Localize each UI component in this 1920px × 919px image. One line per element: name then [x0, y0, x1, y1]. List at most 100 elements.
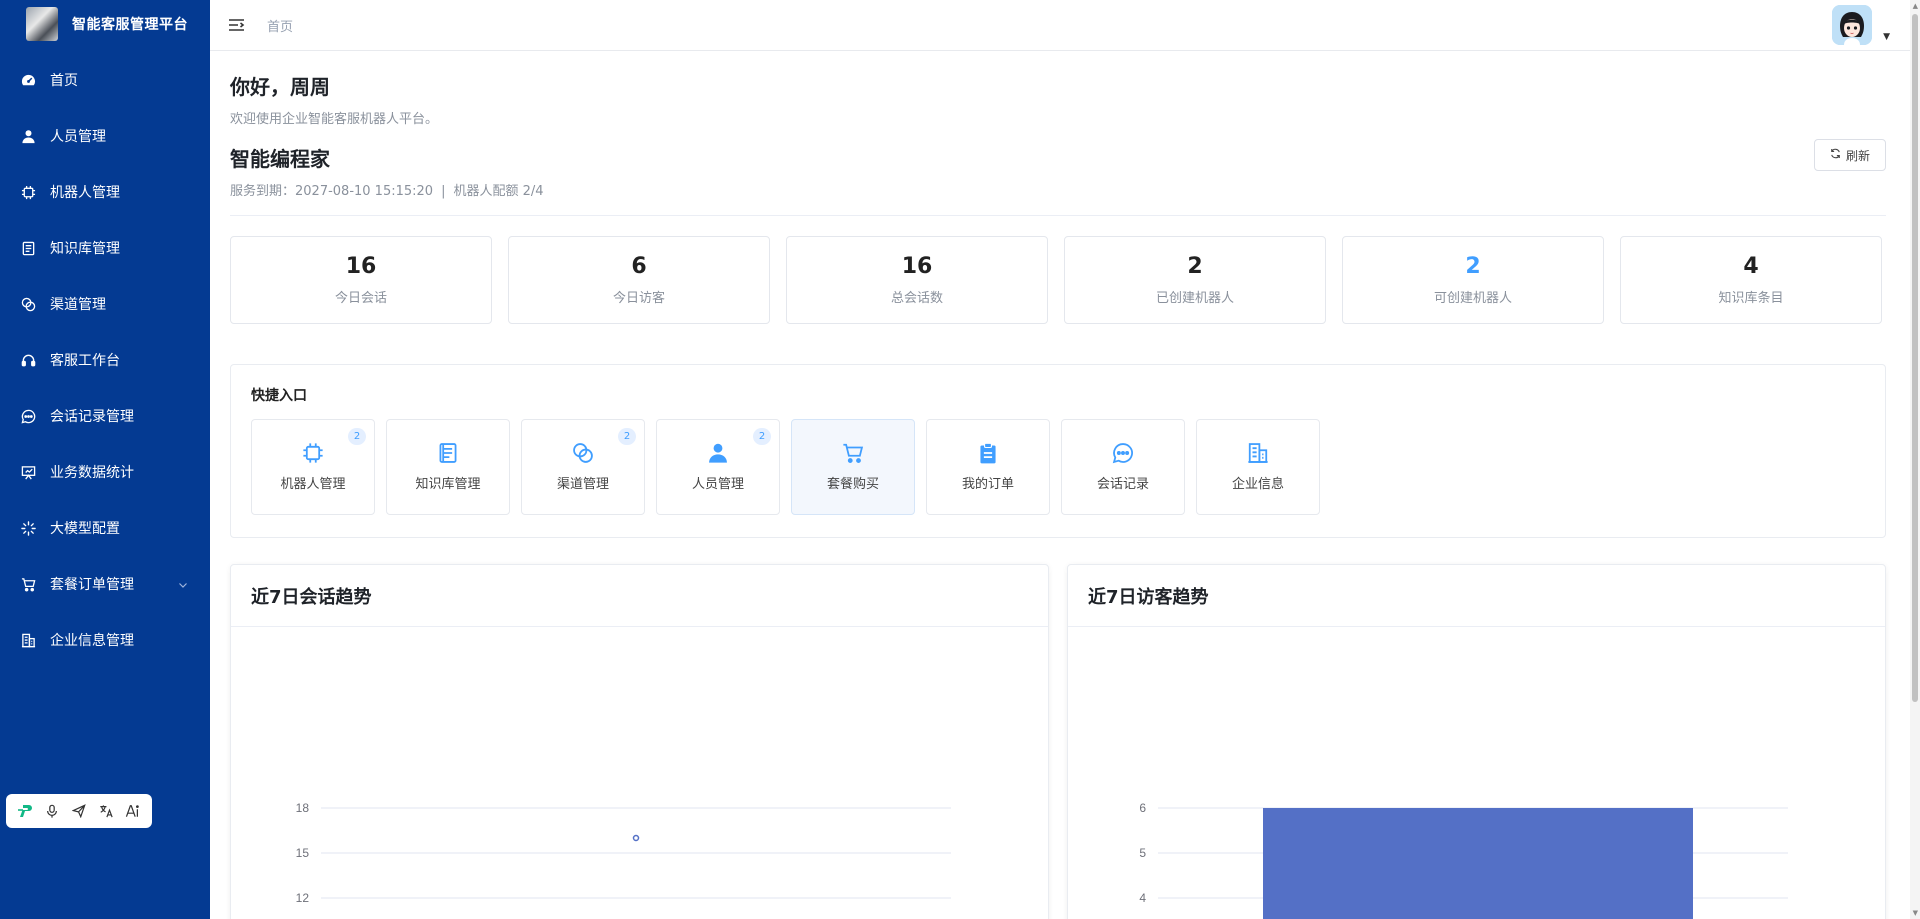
quick-item-label: 企业信息	[1231, 477, 1284, 492]
y-tick-label: 4	[1139, 891, 1146, 905]
microphone-icon[interactable]	[43, 802, 61, 820]
session-trend-card: 近7日会话趋势 18 15 12	[230, 564, 1049, 919]
sidebar-item-label: 业务数据统计	[50, 465, 134, 481]
quick-item-knowledge[interactable]: 知识库管理	[386, 419, 510, 515]
count-badge: 2	[753, 428, 771, 445]
quick-item-company-info[interactable]: 企业信息	[1196, 419, 1320, 515]
quick-item-robots[interactable]: 2 机器人管理	[251, 419, 375, 515]
charts-row: 近7日会话趋势 18 15 12 近7日访客趋势 6 5 4	[230, 564, 1886, 919]
company-meta: 服务到期：2027-08-10 15:15:20 | 机器人配额 2/4	[230, 180, 1886, 199]
sidebar-item-label: 客服工作台	[50, 353, 120, 369]
sidebar-item-label: 人员管理	[50, 129, 106, 145]
translate-plugin-icon[interactable]	[16, 802, 34, 820]
sidebar-item-knowledge[interactable]: 知识库管理	[0, 220, 210, 276]
office-building-icon	[1247, 442, 1269, 464]
chip-icon	[302, 442, 324, 464]
quick-item-label: 我的订单	[961, 477, 1014, 492]
scroll-up-icon[interactable]: ▲	[1913, 2, 1918, 10]
stat-card-created-robots: 2 已创建机器人	[1064, 236, 1326, 324]
translate-icon[interactable]	[97, 802, 115, 820]
stats-row: 16 今日会话 6 今日访客 16 总会话数 2 已创建机器人 2 可创建机器人…	[230, 236, 1886, 324]
stat-card-available-robots: 2 可创建机器人	[1342, 236, 1604, 324]
stat-card-today-sessions: 16 今日会话	[230, 236, 492, 324]
link-icon	[572, 442, 594, 464]
visitor-trend-card: 近7日访客趋势 6 5 4	[1067, 564, 1886, 919]
dashboard-icon	[20, 72, 36, 88]
sidebar-item-label: 套餐订单管理	[50, 577, 134, 593]
top-header: 首页 ▼	[210, 0, 1910, 51]
session-trend-chart: 18 15 12	[231, 627, 1048, 919]
visitor-trend-chart: 6 5 4	[1068, 627, 1885, 919]
session-trend-svg: 18 15 12	[296, 801, 951, 905]
quick-item-label: 机器人管理	[280, 477, 346, 492]
y-tick-label: 5	[1139, 846, 1146, 860]
brand-logo	[26, 7, 58, 41]
stat-value: 2	[1465, 254, 1481, 279]
cart-icon	[842, 442, 864, 464]
ai-text-icon[interactable]	[124, 802, 142, 820]
link-icon	[20, 296, 36, 312]
sidebar-item-label: 会话记录管理	[50, 409, 134, 425]
chat-icon	[20, 408, 36, 424]
send-icon[interactable]	[70, 802, 88, 820]
caret-down-icon[interactable]: ▼	[1883, 32, 1890, 42]
sidebar-item-home[interactable]: 首页	[0, 52, 210, 108]
quick-item-my-orders[interactable]: 我的订单	[926, 419, 1050, 515]
user-icon	[20, 128, 36, 144]
scroll-down-icon[interactable]: ▼	[1913, 909, 1918, 917]
brand: 智能客服管理平台	[0, 0, 210, 48]
sidebar-item-orders[interactable]: 套餐订单管理	[0, 556, 210, 612]
scroll-thumb[interactable]	[1912, 14, 1918, 702]
sidebar-item-label: 大模型配置	[50, 521, 120, 537]
quick-item-label: 会话记录	[1096, 477, 1149, 492]
count-badge: 2	[348, 428, 366, 445]
sidebar-item-label: 企业信息管理	[50, 633, 134, 649]
stat-card-today-visitors: 6 今日访客	[508, 236, 770, 324]
presentation-icon	[20, 464, 36, 480]
stat-label: 已创建机器人	[1155, 291, 1234, 306]
brand-title: 智能客服管理平台	[72, 17, 188, 33]
sidebar-item-channels[interactable]: 渠道管理	[0, 276, 210, 332]
stat-label: 总会话数	[890, 291, 943, 306]
office-building-icon	[20, 632, 36, 648]
sidebar-item-workbench[interactable]: 客服工作台	[0, 332, 210, 388]
data-point	[632, 834, 640, 842]
sidebar-item-label: 渠道管理	[50, 297, 106, 313]
greeting: 你好，周周	[230, 75, 330, 99]
main-content: 你好，周周 欢迎使用企业智能客服机器人平台。 智能编程家 服务到期：2027-0…	[230, 51, 1886, 919]
sidebar-item-company[interactable]: 企业信息管理	[0, 612, 210, 668]
y-tick-label: 6	[1139, 801, 1146, 815]
quick-item-label: 套餐购买	[826, 477, 879, 492]
quick-item-chat-records[interactable]: 会话记录	[1061, 419, 1185, 515]
count-badge: 2	[618, 428, 636, 445]
sidebar-item-robots[interactable]: 机器人管理	[0, 164, 210, 220]
stat-label: 可创建机器人	[1433, 291, 1512, 306]
avatar[interactable]	[1832, 5, 1872, 45]
user-icon	[707, 442, 729, 464]
stat-label: 今日访客	[612, 291, 665, 306]
quick-item-channels[interactable]: 2 渠道管理	[521, 419, 645, 515]
sidebar-item-statistics[interactable]: 业务数据统计	[0, 444, 210, 500]
service-expiry: 服务到期：2027-08-10 15:15:20	[230, 184, 434, 199]
sidebar-menu: 首页 人员管理 机器人管理 知识库管理 渠道管理 客服工作台 会话记录管理 业务…	[0, 52, 210, 668]
quick-item-staff[interactable]: 2 人员管理	[656, 419, 780, 515]
refresh-button[interactable]: 刷新	[1814, 139, 1886, 171]
bar	[1263, 808, 1693, 919]
sidebar-item-llm-config[interactable]: 大模型配置	[0, 500, 210, 556]
divider	[230, 215, 1886, 216]
stat-value: 16	[345, 254, 377, 279]
breadcrumb[interactable]: 首页	[267, 16, 293, 35]
stat-value: 6	[631, 254, 647, 279]
quick-entry-title: 快捷入口	[251, 388, 307, 404]
clipboard-icon	[977, 442, 999, 464]
chart-title: 近7日会话趋势	[231, 565, 1048, 627]
quick-item-label: 知识库管理	[415, 477, 481, 492]
page-scrollbar[interactable]: ▲ ▼	[1910, 0, 1920, 919]
floating-toolbox	[6, 794, 152, 828]
sidebar-item-chat-records[interactable]: 会话记录管理	[0, 388, 210, 444]
quick-item-package-purchase[interactable]: 套餐购买	[791, 419, 915, 515]
stat-card-total-sessions: 16 总会话数	[786, 236, 1048, 324]
sidebar-item-staff[interactable]: 人员管理	[0, 108, 210, 164]
menu-toggle-icon[interactable]	[227, 16, 245, 34]
chip-icon	[20, 184, 36, 200]
